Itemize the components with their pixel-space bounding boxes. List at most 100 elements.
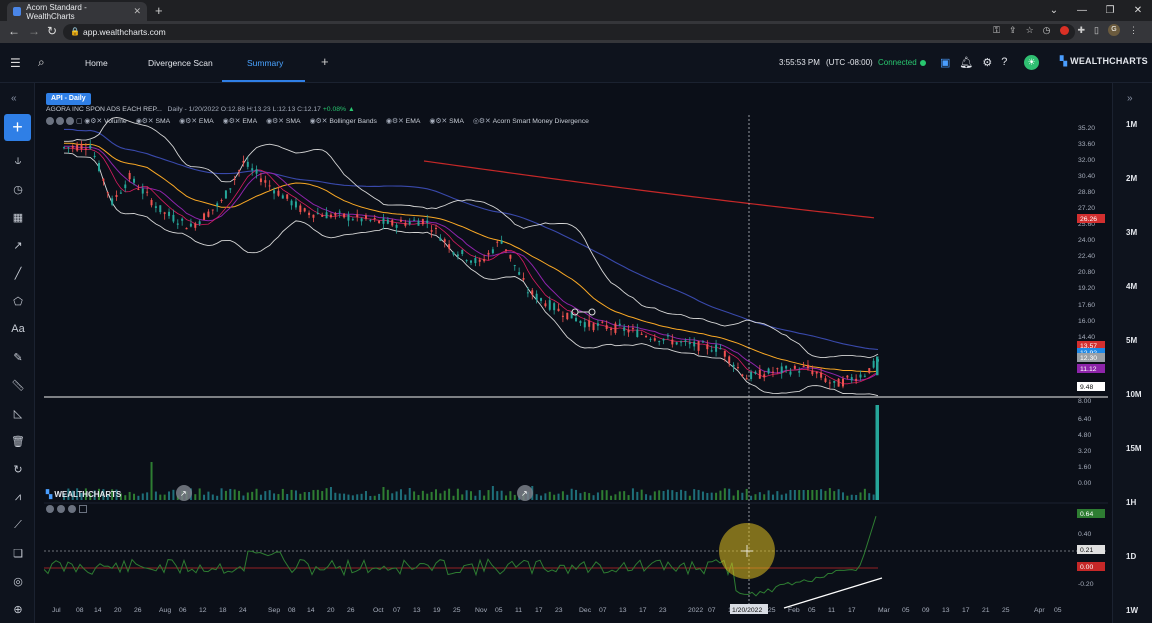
collapse-left-icon[interactable]: « — [11, 93, 17, 104]
forward-icon[interactable]: → — [28, 24, 40, 38]
timeframe-1w[interactable]: 1W — [1126, 606, 1138, 615]
target-icon[interactable]: ◎ — [10, 575, 26, 588]
restore-icon[interactable]: ❐ — [1096, 0, 1124, 21]
indicator-label[interactable]: SMA — [449, 118, 464, 125]
star-icon[interactable]: ☆ — [1026, 25, 1034, 36]
chart-area[interactable]: 35.20 33.60 32.00 30.40 28.80 27.20 25.60 24.00… — [44, 91, 1108, 623]
back-icon[interactable]: ← — [8, 24, 20, 38]
line-tool-icon[interactable]: ╱ — [10, 267, 26, 280]
time-axis-label: 17 — [962, 607, 970, 614]
volume-bar — [754, 494, 757, 500]
indicator-controls-icon[interactable]: ◉⚙✕ — [136, 117, 154, 125]
timezone[interactable]: (UTC -08:00) — [826, 58, 873, 67]
indicator-label[interactable]: EMA — [199, 118, 214, 125]
avatar[interactable]: G — [1108, 24, 1120, 36]
indicator-controls-icon[interactable]: ◉⚙✕ — [310, 117, 328, 125]
indicator-controls-icon[interactable]: ◉⚙✕ — [223, 117, 241, 125]
timeframe-15m[interactable]: 15M — [1126, 444, 1142, 453]
chart-type-icon[interactable]: ⫝ — [10, 155, 26, 168]
text-tool-icon[interactable]: Aa — [10, 323, 26, 335]
indicator-controls-icon[interactable]: ◉⚙✕ — [429, 117, 447, 125]
time-axis-label: Sep — [268, 607, 280, 614]
strategy-icon[interactable]: ⟋ — [10, 519, 26, 532]
close-tab-icon[interactable]: ✕ — [133, 6, 141, 17]
nav-divergence-scan[interactable]: Divergence Scan — [148, 58, 213, 68]
puzzle-icon[interactable]: ✚ — [1078, 25, 1086, 36]
timeframe-1m[interactable]: 1M — [1126, 120, 1137, 129]
refresh-icon[interactable]: ↻ — [10, 463, 26, 476]
indicator-controls-icon[interactable]: ◉⚙✕ — [386, 117, 404, 125]
share-icon[interactable]: ⇪ — [1009, 25, 1017, 36]
indicator-controls-icon[interactable]: ◉⚙✕ — [266, 117, 284, 125]
volume-bar — [719, 490, 722, 500]
time-axis-label: 07 — [393, 607, 401, 614]
indicator-label[interactable]: Bollinger Bands — [329, 118, 377, 125]
nav-home[interactable]: Home — [85, 58, 108, 68]
measure-icon[interactable]: ◺ — [10, 407, 26, 420]
indicator-controls-icon[interactable]: ▢ ◉⚙✕ — [76, 117, 102, 125]
layers-icon[interactable]: ❏ — [10, 547, 26, 560]
symbol-badge[interactable]: API - Daily — [46, 93, 91, 105]
kebab-menu-icon[interactable]: ⋮ — [1129, 25, 1138, 36]
settings-circle-icon[interactable] — [57, 505, 65, 513]
indicator-label[interactable]: EMA — [406, 118, 421, 125]
timeframe-3m[interactable]: 3M — [1126, 228, 1137, 237]
chart-canvas[interactable]: 35.2033.6032.0030.4028.8027.2025.6024.00… — [44, 91, 1108, 623]
sidebar-icon[interactable]: ▯ — [1094, 25, 1099, 36]
timeframe-1d[interactable]: 1D — [1126, 552, 1136, 561]
timeframe-2m[interactable]: 2M — [1126, 174, 1137, 183]
visibility-icon[interactable] — [46, 117, 54, 125]
indicator-label[interactable]: SMA — [155, 118, 170, 125]
volume-axis-label: 1.60 — [1078, 464, 1091, 471]
clock-icon[interactable]: ◷ — [1043, 25, 1051, 36]
brush-icon[interactable]: ✎ — [10, 351, 26, 364]
indicator-label[interactable]: Acorn Smart Money Divergence — [493, 118, 589, 125]
save-icon[interactable]: ▣ — [940, 56, 950, 69]
indicator-label[interactable]: SMA — [286, 118, 301, 125]
remove-circle-icon[interactable] — [66, 117, 74, 125]
timeframe-5m[interactable]: 5M — [1126, 336, 1137, 345]
indicator-icon[interactable]: ⩘ — [10, 491, 26, 504]
search-icon[interactable]: ⌕ — [38, 55, 45, 70]
volume-bar — [321, 491, 324, 500]
settings-circle-icon[interactable] — [56, 117, 64, 125]
new-tab-button[interactable]: + — [155, 3, 163, 18]
indicator-label[interactable]: Volume — [104, 118, 127, 125]
reload-icon[interactable]: ↻ — [47, 24, 57, 38]
record-icon[interactable] — [1059, 25, 1069, 35]
gear-icon[interactable]: ⚙ — [982, 56, 992, 69]
indicator-label[interactable]: EMA — [242, 118, 257, 125]
minimize-icon[interactable]: — — [1068, 0, 1096, 21]
browser-tab-bar: Acorn Standard - WealthCharts ✕ + ⌄ — ❐ … — [0, 0, 1152, 21]
url-input[interactable]: 🔒 app.wealthcharts.com — [63, 24, 1075, 40]
history-icon[interactable]: ◷ — [10, 183, 26, 196]
chevron-down-icon[interactable]: ⌄ — [1040, 0, 1068, 21]
key-icon[interactable]: ⚿ — [993, 25, 1000, 36]
remove-circle-icon[interactable] — [68, 505, 76, 513]
browser-tab[interactable]: Acorn Standard - WealthCharts ✕ — [7, 2, 147, 21]
close-window-icon[interactable]: ✕ — [1124, 0, 1152, 21]
trend-icon[interactable]: ↗ — [10, 239, 26, 252]
trash-icon[interactable]: 🗑︎ — [10, 435, 26, 448]
shape-tool-icon[interactable]: ⬠ — [10, 295, 26, 308]
lightbulb-icon[interactable]: ☀ — [1024, 55, 1039, 70]
visibility-icon[interactable] — [46, 505, 54, 513]
menu-icon[interactable]: ☰ — [10, 56, 21, 70]
candle-body — [338, 211, 341, 213]
ruler-icon[interactable]: 📏︎ — [10, 379, 26, 392]
price-axis-label: 16.00 — [1078, 318, 1095, 325]
indicator-controls-icon[interactable]: ◉⚙✕ — [179, 117, 197, 125]
timeframe-1h[interactable]: 1H — [1126, 498, 1136, 507]
add-box-icon[interactable] — [79, 505, 87, 513]
indicator-controls-icon[interactable]: ◎⚙✕ — [473, 117, 491, 125]
add-tab-button[interactable]: + — [321, 54, 329, 69]
help-icon[interactable]: ? — [1001, 56, 1007, 69]
timeframe-10m[interactable]: 10M — [1126, 390, 1142, 399]
calendar-icon[interactable]: ▦ — [10, 211, 26, 224]
nav-summary[interactable]: Summary — [247, 58, 283, 68]
timeframe-4m[interactable]: 4M — [1126, 282, 1137, 291]
globe-icon[interactable]: ⊕ — [10, 603, 26, 616]
add-button[interactable]: + — [4, 114, 31, 141]
bell-icon[interactable]: 🔔︎ — [959, 56, 973, 69]
expand-right-icon[interactable]: » — [1127, 93, 1133, 104]
